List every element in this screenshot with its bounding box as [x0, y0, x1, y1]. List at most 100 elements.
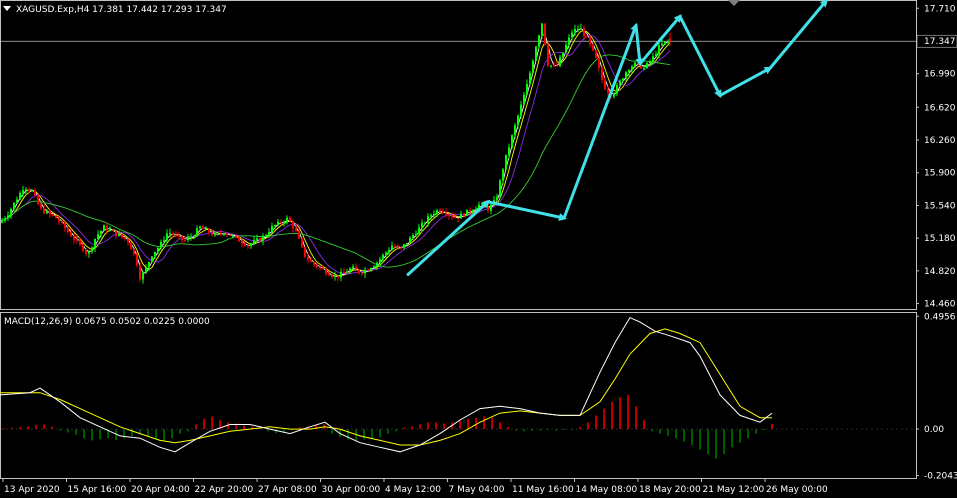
candle-body — [565, 44, 567, 53]
candle — [403, 243, 405, 250]
candle-body — [499, 180, 501, 197]
candle-body — [250, 243, 252, 247]
candle-body — [658, 45, 660, 55]
candle — [559, 54, 561, 68]
candle-body — [130, 242, 132, 250]
macd-histogram-bar — [443, 423, 445, 430]
price-tick-label: 14.460 — [924, 300, 956, 310]
candle — [262, 233, 264, 245]
candle-body — [385, 252, 387, 255]
candle — [535, 45, 537, 62]
candle-body — [436, 210, 438, 214]
candle-body — [292, 221, 294, 229]
candle-body — [235, 235, 237, 237]
axes: 17.710 16.990 16.620 16.260 15.900 15.540 15.1… — [2, 4, 957, 495]
trend-arrow — [718, 66, 773, 97]
candle-body — [40, 204, 42, 209]
candle — [457, 217, 459, 223]
macd-tick-label: 0.00 — [924, 425, 944, 435]
dropdown-triangle-icon[interactable] — [3, 6, 11, 11]
macd-histogram-bar — [379, 429, 381, 438]
candle — [70, 228, 72, 237]
candle — [304, 246, 306, 259]
time-tick-label: 26 May 00:00 — [766, 485, 828, 495]
macd-histogram-bar — [363, 429, 365, 440]
candle-body — [355, 266, 357, 270]
candle-body — [517, 115, 519, 126]
symbol-info: XAGUSD.Exp,H4 17.381 17.442 17.293 17.34… — [16, 5, 227, 15]
macd-histogram-bar — [51, 426, 53, 430]
candle — [61, 220, 63, 225]
macd-histogram-bar — [707, 429, 709, 455]
candle-body — [199, 226, 201, 229]
candle-body — [460, 213, 462, 219]
candle-body — [46, 211, 48, 214]
macd-histogram-bar — [467, 418, 469, 430]
candle-body — [418, 227, 420, 234]
candle-body — [649, 61, 651, 63]
candle — [658, 42, 660, 59]
macd-info: MACD(12,26,9) 0.0675 0.0502 0.0225 0.000… — [4, 317, 210, 327]
candle-body — [442, 210, 444, 213]
candle-body — [259, 238, 261, 241]
candle-body — [232, 235, 234, 237]
macd-histogram-bar — [475, 417, 477, 430]
candle-body — [82, 244, 84, 251]
macd-histogram-bar — [723, 429, 725, 455]
price-tick-label: 16.260 — [924, 136, 956, 146]
candle-body — [466, 209, 468, 216]
candle-body — [523, 94, 525, 105]
candle-body — [358, 269, 360, 274]
candle-body — [94, 238, 96, 248]
candle-body — [289, 217, 291, 222]
candle-body — [502, 169, 504, 181]
candle-body — [571, 32, 573, 38]
macd-histogram-bar — [395, 429, 397, 432]
candle-body — [253, 240, 255, 244]
candle-body — [415, 233, 417, 236]
candle-body — [511, 135, 513, 148]
macd-histogram-bar — [419, 424, 421, 430]
candle — [532, 59, 534, 75]
candle-body — [445, 212, 447, 215]
price-tick-label: 15.540 — [924, 201, 956, 211]
candle-body — [409, 237, 411, 243]
macd-histogram-bar — [459, 421, 461, 430]
candle-body — [301, 238, 303, 248]
candle — [142, 271, 144, 284]
macd-histogram-bar — [211, 416, 213, 430]
candle — [601, 65, 603, 83]
candle — [352, 263, 354, 270]
candle — [202, 224, 204, 229]
candle-body — [295, 228, 297, 231]
macd-signal-line — [0, 328, 772, 446]
candle-body — [70, 231, 72, 237]
candle-body — [577, 28, 579, 30]
candle — [547, 42, 549, 68]
candle-body — [595, 50, 597, 58]
candle — [187, 233, 189, 243]
macd-histogram-bar — [387, 429, 389, 434]
candle — [334, 271, 336, 281]
macd-histogram-bar — [715, 429, 717, 459]
candle — [538, 34, 540, 49]
candle-body — [388, 249, 390, 253]
candle-body — [181, 235, 183, 240]
macd-histogram-bar — [275, 429, 277, 434]
candle-body — [256, 238, 258, 241]
macd-histogram-bar — [43, 424, 45, 430]
candle-body — [490, 204, 492, 211]
candle — [271, 222, 273, 234]
scroll-marker-icon — [728, 0, 740, 6]
candle-body — [604, 79, 606, 90]
time-tick-label: 13 Apr 2020 — [4, 485, 60, 495]
candle-body — [139, 265, 141, 280]
candle-body — [412, 235, 414, 238]
candle-body — [118, 234, 120, 236]
candle — [385, 251, 387, 259]
candle-body — [541, 23, 543, 36]
candle-body — [211, 232, 213, 236]
candle-body — [379, 259, 381, 263]
candle — [7, 211, 9, 221]
price-tick-label: 16.990 — [924, 70, 956, 80]
